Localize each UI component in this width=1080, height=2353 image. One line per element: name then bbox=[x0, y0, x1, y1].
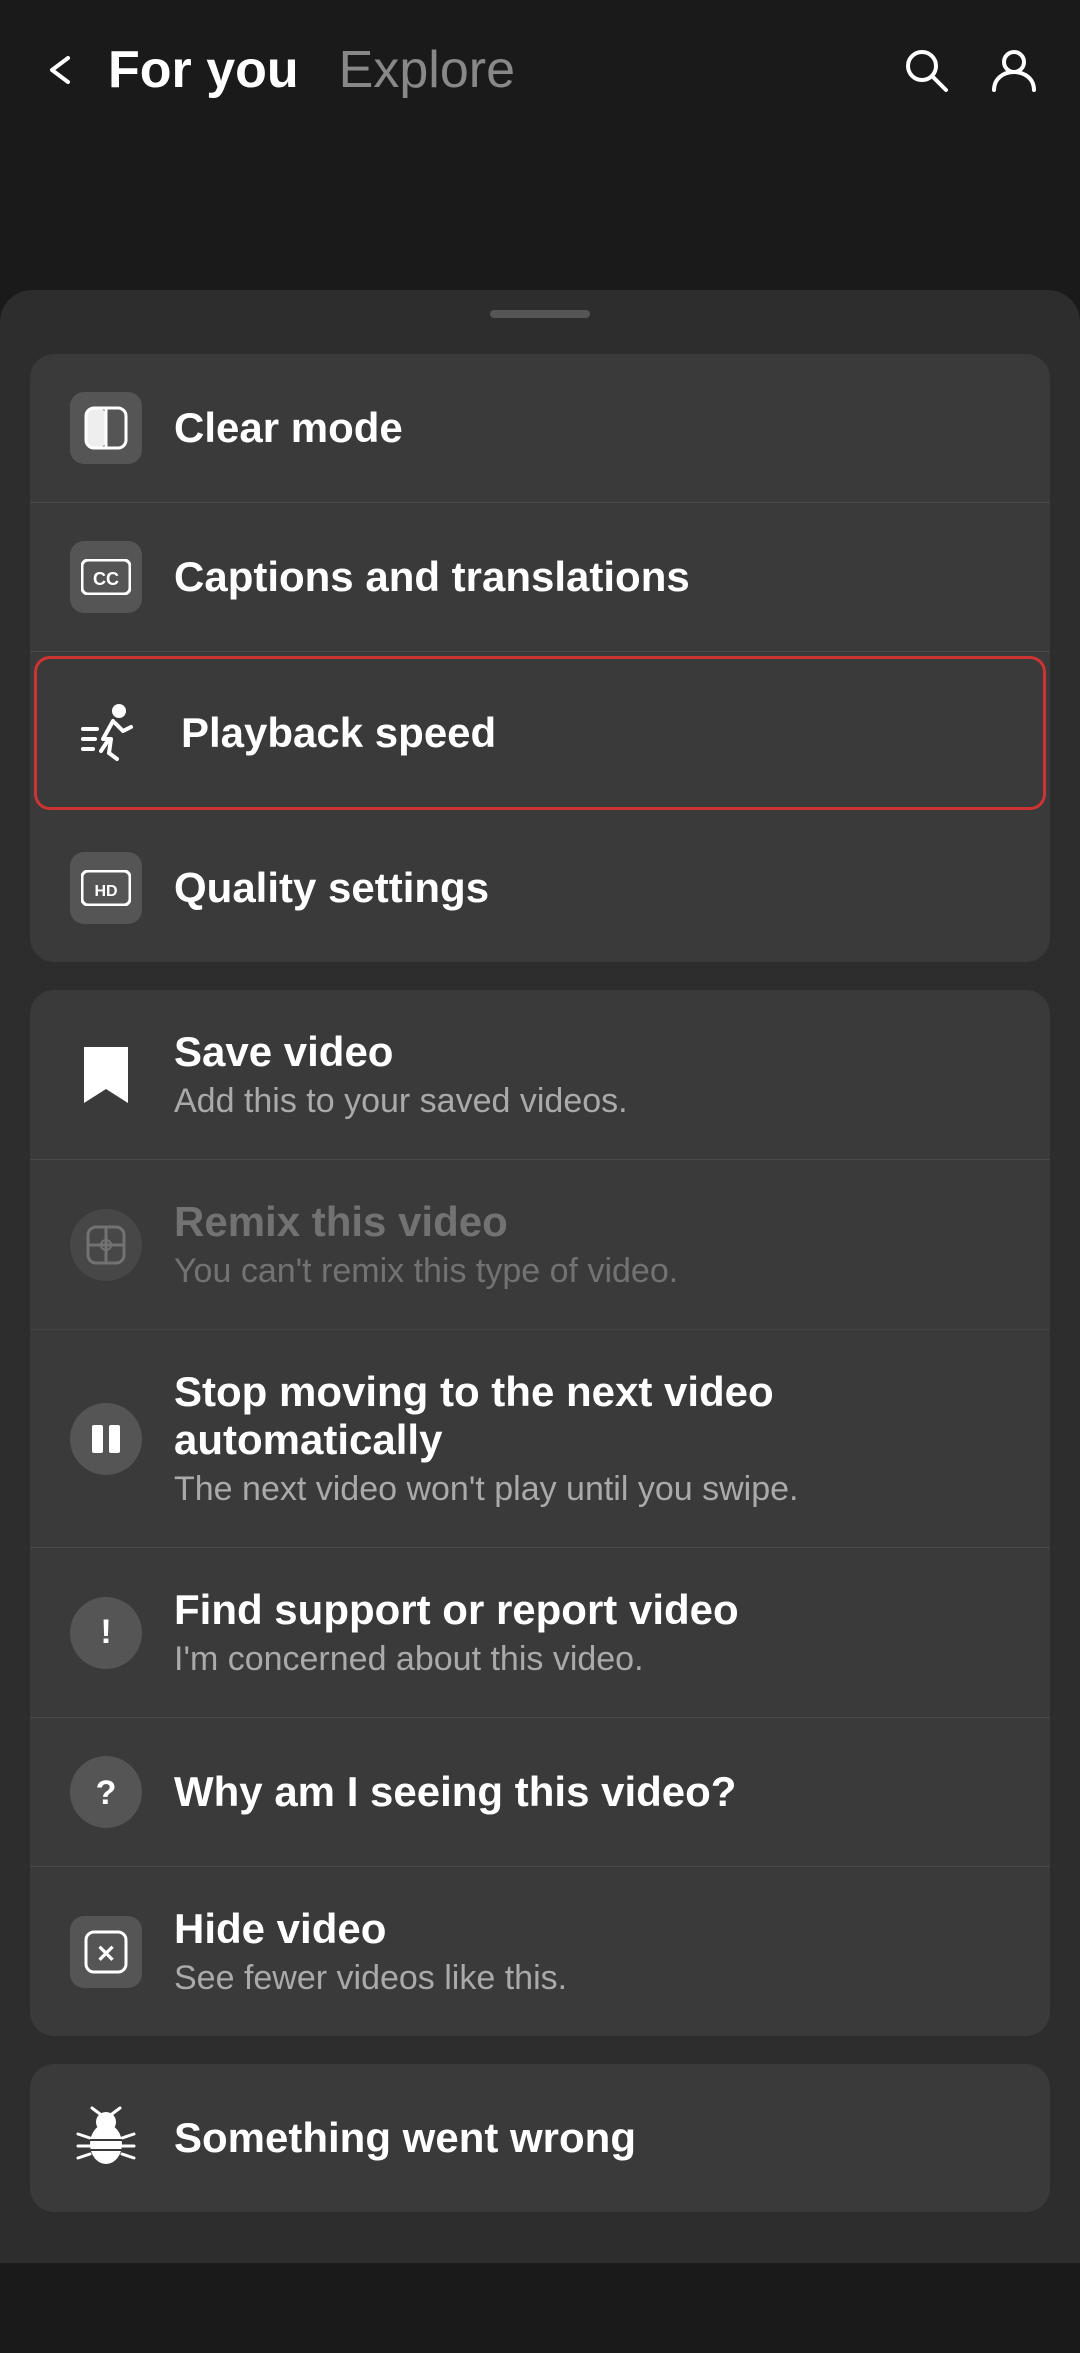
nav-icons bbox=[900, 44, 1040, 96]
bottom-sheet: Clear mode CC Captions and translations bbox=[0, 290, 1080, 2263]
top-nav-bar: For you Explore bbox=[0, 0, 1080, 130]
report-label: Find support or report video bbox=[174, 1586, 739, 1634]
svg-text:!: ! bbox=[100, 1613, 111, 1651]
quality-text: Quality settings bbox=[174, 864, 489, 912]
error-label: Something went wrong bbox=[174, 2114, 636, 2162]
captions-icon: CC bbox=[70, 541, 142, 613]
playback-speed-icon bbox=[77, 697, 149, 769]
menu-item-playback-speed[interactable]: Playback speed bbox=[34, 656, 1046, 810]
menu-group-2: Save video Add this to your saved videos… bbox=[30, 990, 1050, 2036]
error-bar: Something went wrong bbox=[30, 2064, 1050, 2212]
captions-text: Captions and translations bbox=[174, 553, 690, 601]
playback-speed-text: Playback speed bbox=[181, 709, 496, 757]
svg-text:✕: ✕ bbox=[96, 1941, 116, 1968]
stop-autoplay-icon bbox=[70, 1403, 142, 1475]
clear-mode-label: Clear mode bbox=[174, 404, 403, 452]
menu-item-why-seeing[interactable]: ? Why am I seeing this video? bbox=[30, 1718, 1050, 1867]
quality-icon: HD bbox=[70, 852, 142, 924]
save-video-label: Save video bbox=[174, 1028, 628, 1076]
menu-item-clear-mode[interactable]: Clear mode bbox=[30, 354, 1050, 503]
menu-item-save-video[interactable]: Save video Add this to your saved videos… bbox=[30, 990, 1050, 1160]
save-video-icon bbox=[70, 1039, 142, 1111]
why-seeing-icon: ? bbox=[70, 1756, 142, 1828]
svg-text:CC: CC bbox=[93, 569, 119, 589]
nav-title-for-you[interactable]: For you bbox=[108, 40, 299, 100]
remix-icon bbox=[70, 1209, 142, 1281]
menu-item-quality[interactable]: HD Quality settings bbox=[30, 814, 1050, 962]
menu-item-hide-video[interactable]: ✕ Hide video See fewer videos like this. bbox=[30, 1867, 1050, 2036]
remix-label: Remix this video bbox=[174, 1198, 678, 1246]
hide-video-icon: ✕ bbox=[70, 1916, 142, 1988]
stop-autoplay-text: Stop moving to the next video automatica… bbox=[174, 1368, 1010, 1509]
bug-icon bbox=[70, 2102, 142, 2174]
svg-text:HD: HD bbox=[94, 883, 117, 900]
playback-speed-label: Playback speed bbox=[181, 709, 496, 757]
remix-subtitle: You can't remix this type of video. bbox=[174, 1252, 678, 1291]
stop-autoplay-subtitle: The next video won't play until you swip… bbox=[174, 1470, 1010, 1509]
stop-autoplay-label: Stop moving to the next video automatica… bbox=[174, 1368, 1010, 1464]
svg-text:?: ? bbox=[96, 1774, 117, 1812]
clear-mode-text: Clear mode bbox=[174, 404, 403, 452]
menu-item-report[interactable]: ! Find support or report video I'm conce… bbox=[30, 1548, 1050, 1718]
menu-item-remix[interactable]: Remix this video You can't remix this ty… bbox=[30, 1160, 1050, 1330]
hide-video-text: Hide video See fewer videos like this. bbox=[174, 1905, 567, 1998]
search-button[interactable] bbox=[900, 44, 952, 96]
hide-video-label: Hide video bbox=[174, 1905, 567, 1953]
quality-label: Quality settings bbox=[174, 864, 489, 912]
profile-button[interactable] bbox=[988, 44, 1040, 96]
report-text: Find support or report video I'm concern… bbox=[174, 1586, 739, 1679]
back-button[interactable] bbox=[40, 50, 80, 90]
background-area bbox=[0, 130, 1080, 290]
why-seeing-text: Why am I seeing this video? bbox=[174, 1768, 736, 1816]
remix-text: Remix this video You can't remix this ty… bbox=[174, 1198, 678, 1291]
report-subtitle: I'm concerned about this video. bbox=[174, 1640, 739, 1679]
save-video-text: Save video Add this to your saved videos… bbox=[174, 1028, 628, 1121]
drag-handle[interactable] bbox=[490, 310, 590, 318]
report-icon: ! bbox=[70, 1597, 142, 1669]
hide-video-subtitle: See fewer videos like this. bbox=[174, 1959, 567, 1998]
nav-title-explore[interactable]: Explore bbox=[339, 40, 515, 100]
clear-mode-icon bbox=[70, 392, 142, 464]
menu-group-1: Clear mode CC Captions and translations bbox=[30, 354, 1050, 962]
captions-label: Captions and translations bbox=[174, 553, 690, 601]
menu-item-stop-autoplay[interactable]: Stop moving to the next video automatica… bbox=[30, 1330, 1050, 1548]
menu-item-captions[interactable]: CC Captions and translations bbox=[30, 503, 1050, 652]
save-video-subtitle: Add this to your saved videos. bbox=[174, 1082, 628, 1121]
why-seeing-label: Why am I seeing this video? bbox=[174, 1768, 736, 1816]
